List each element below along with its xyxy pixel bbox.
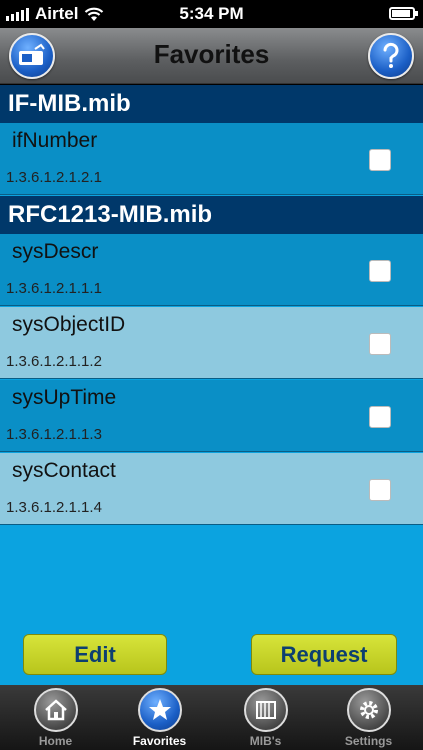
oid-name: sysObjectID <box>12 313 126 336</box>
section-header: IF-MIB.mib <box>0 85 423 123</box>
folder-icon <box>243 688 288 732</box>
request-button[interactable]: Request <box>251 634 397 675</box>
status-bar: Airtel 5:34 PM <box>0 0 423 28</box>
list-item[interactable]: sysObjectID 1.3.6.1.2.1.1.2 <box>0 307 423 379</box>
oid-name: sysDescr <box>12 240 99 263</box>
section-header: RFC1213-MIB.mib <box>0 196 423 234</box>
tab-favorites[interactable]: Favorites <box>107 685 212 750</box>
help-button[interactable] <box>368 33 414 79</box>
select-checkbox[interactable] <box>369 333 391 355</box>
tab-home[interactable]: Home <box>3 685 108 750</box>
tab-settings[interactable]: Settings <box>316 685 421 750</box>
status-time: 5:34 PM <box>179 4 244 23</box>
select-checkbox[interactable] <box>369 406 391 428</box>
nav-bar: Favorites <box>0 28 423 84</box>
oid-name: sysContact <box>12 459 116 482</box>
page-title: Favorites <box>153 39 270 69</box>
list-item[interactable]: sysContact 1.3.6.1.2.1.1.4 <box>0 453 423 525</box>
home-icon <box>33 688 78 732</box>
oid-value: 1.3.6.1.2.1.1.4 <box>6 499 102 516</box>
oid-value: 1.3.6.1.2.1.1.3 <box>6 426 102 443</box>
battery-icon <box>389 7 418 20</box>
oid-value: 1.3.6.1.2.1.1.1 <box>6 280 102 297</box>
list-item[interactable]: sysUpTime 1.3.6.1.2.1.1.3 <box>0 380 423 452</box>
tab-label: Settings <box>344 734 393 748</box>
tab-label: MIB's <box>249 734 282 748</box>
tab-label: Home <box>38 734 73 748</box>
tab-bar: Home Favorites MIB's Settings <box>0 685 423 750</box>
gear-icon <box>346 688 391 732</box>
favorites-list: IF-MIB.mib ifNumber 1.3.6.1.2.1.2.1 RFC1… <box>0 85 423 685</box>
oid-name: ifNumber <box>12 129 98 152</box>
tab-mibs[interactable]: MIB's <box>213 685 318 750</box>
select-checkbox[interactable] <box>369 479 391 501</box>
oid-value: 1.3.6.1.2.1.2.1 <box>6 169 102 186</box>
select-checkbox[interactable] <box>369 260 391 282</box>
tab-label: Favorites <box>132 734 187 748</box>
oid-name: sysUpTime <box>12 386 117 409</box>
oid-value: 1.3.6.1.2.1.1.2 <box>6 353 102 370</box>
star-icon <box>137 688 182 732</box>
list-item[interactable]: sysDescr 1.3.6.1.2.1.1.1 <box>0 234 423 306</box>
select-checkbox[interactable] <box>369 149 391 171</box>
list-item[interactable]: ifNumber 1.3.6.1.2.1.2.1 <box>0 123 423 195</box>
edit-button[interactable]: Edit <box>23 634 167 675</box>
help-icon <box>383 42 399 68</box>
